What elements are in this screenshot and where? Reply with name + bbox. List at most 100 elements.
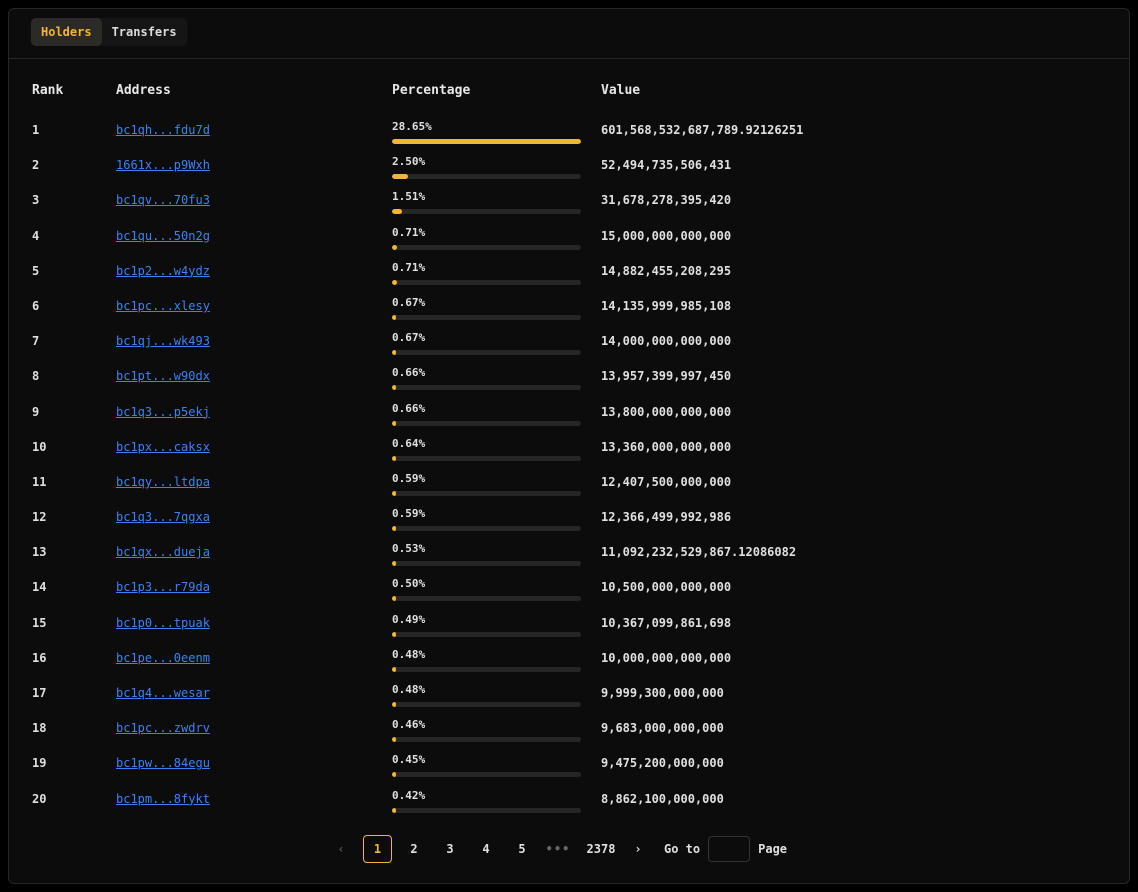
page-button-2[interactable]: 2 — [396, 842, 432, 856]
percentage-cell: 0.66% — [392, 365, 582, 391]
value-cell: 10,367,099,861,698 — [601, 615, 732, 630]
tab-holders[interactable]: Holders — [31, 18, 102, 46]
address-link[interactable]: bc1qy...ltdpa — [116, 475, 210, 489]
percentage-bar — [392, 455, 581, 461]
percentage-bar — [392, 490, 581, 496]
header-percentage: Percentage — [392, 83, 471, 98]
rank-cell: 9 — [32, 404, 40, 419]
percentage-bar-fill — [392, 526, 396, 532]
address-link[interactable]: 1661x...p9Wxh — [116, 158, 210, 172]
address-link[interactable]: bc1qx...dueja — [116, 545, 210, 559]
percentage-bar-fill — [392, 596, 396, 602]
percentage-bar-fill — [392, 702, 396, 707]
address-link[interactable]: bc1p2...w4ydz — [116, 264, 210, 278]
table-row: 11 bc1qy...ltdpa 0.59% 12,407,500,000,000 — [9, 471, 1129, 506]
percentage-bar — [392, 666, 581, 672]
percentage-text: 0.42% — [392, 788, 426, 802]
percentage-text: 0.64% — [392, 436, 426, 450]
table-row: 10 bc1px...caksx 0.64% 13,360,000,000,000 — [9, 436, 1129, 471]
address-link[interactable]: bc1pt...w90dx — [116, 369, 210, 383]
holders-table-body: 1 bc1qh...fdu7d 28.65% 601,568,532,687,789.… — [9, 119, 1129, 823]
percentage-text: 0.46% — [392, 718, 426, 732]
percentage-cell: 0.48% — [392, 682, 582, 707]
tab-transfers[interactable]: Transfers — [102, 18, 187, 46]
value-cell: 10,500,000,000,000 — [601, 580, 732, 595]
percentage-cell: 0.59% — [392, 506, 582, 532]
value-cell: 12,407,500,000,000 — [601, 474, 732, 489]
address-link[interactable]: bc1pc...zwdrv — [116, 721, 210, 735]
percentage-bar-fill — [392, 490, 396, 496]
rank-cell: 19 — [32, 756, 47, 771]
address-link[interactable]: bc1pw...84egu — [116, 756, 210, 770]
address-link[interactable]: bc1qv...70fu3 — [116, 193, 210, 207]
percentage-bar-fill — [392, 455, 397, 461]
percentage-cell: 0.71% — [392, 225, 582, 250]
address-link[interactable]: bc1qu...50n2g — [116, 229, 210, 243]
percentage-bar-fill — [392, 139, 581, 144]
address-link[interactable]: bc1pm...8fykt — [116, 792, 210, 806]
address-link[interactable]: bc1pe...0eenm — [116, 651, 210, 665]
rank-cell: 10 — [32, 439, 47, 454]
address-link[interactable]: bc1p0...tpuak — [116, 616, 210, 630]
value-cell: 11,092,232,529,867.12086082 — [601, 545, 797, 560]
table-row: 17 bc1q4...wesar 0.48% 9,999,300,000,000 — [9, 682, 1129, 717]
percentage-text: 0.59% — [392, 507, 426, 521]
percentage-cell: 0.46% — [392, 717, 582, 743]
percentage-bar-fill — [392, 385, 397, 391]
table-row: 12 bc1q3...7qgxa 0.59% 12,366,499,992,986 — [9, 506, 1129, 541]
address-link[interactable]: bc1q3...p5ekj — [116, 405, 210, 419]
rank-cell: 20 — [32, 791, 47, 806]
table-row: 14 bc1p3...r79da 0.50% 10,500,000,000,000 — [9, 576, 1129, 611]
rank-cell: 7 — [32, 334, 40, 349]
address-link[interactable]: bc1q4...wesar — [116, 686, 210, 700]
page-label: Page — [758, 842, 788, 856]
page-button-4[interactable]: 4 — [468, 842, 504, 856]
goto-page-input[interactable] — [708, 836, 751, 862]
page-button-3[interactable]: 3 — [432, 842, 468, 856]
table-row: 7 bc1qj...wk493 0.67% 14,000,000,000,000 — [9, 330, 1129, 365]
address-link[interactable]: bc1pc...xlesy — [116, 299, 210, 313]
table-row: 1 bc1qh...fdu7d 28.65% 601,568,532,687,789.… — [9, 119, 1129, 154]
percentage-bar-fill — [392, 666, 396, 672]
rank-cell: 4 — [32, 228, 40, 243]
table-row: 5 bc1p2...w4ydz 0.71% 14,882,455,208,295 — [9, 260, 1129, 295]
percentage-cell: 0.59% — [392, 471, 582, 496]
table-row: 2 1661x...p9Wxh 2.50% 52,494,735,506,431 — [9, 154, 1129, 189]
page-button-1[interactable]: 1 — [363, 835, 392, 863]
address-link[interactable]: bc1q3...7qgxa — [116, 510, 210, 524]
header-rank: Rank — [32, 83, 64, 98]
address-link[interactable]: bc1px...caksx — [116, 440, 210, 454]
page-button-last[interactable]: 2378 — [576, 842, 626, 856]
percentage-bar-fill — [392, 279, 397, 285]
chevron-right-icon[interactable]: › — [626, 842, 650, 856]
address-link[interactable]: bc1qh...fdu7d — [116, 123, 210, 137]
holders-panel: Holders Transfers Rank Address Percentag… — [8, 8, 1130, 884]
value-cell: 10,000,000,000,000 — [601, 650, 732, 665]
chevron-left-icon[interactable]: ‹ — [331, 842, 351, 856]
percentage-bar — [392, 807, 581, 813]
percentage-text: 2.50% — [392, 155, 426, 169]
percentage-bar-fill — [392, 420, 397, 426]
rank-cell: 3 — [32, 193, 40, 208]
percentage-bar — [392, 174, 581, 180]
address-link[interactable]: bc1qj...wk493 — [116, 334, 210, 348]
value-cell: 8,862,100,000,000 — [601, 791, 724, 806]
rank-cell: 11 — [32, 474, 47, 489]
page-button-5[interactable]: 5 — [504, 842, 540, 856]
address-link[interactable]: bc1p3...r79da — [116, 580, 210, 594]
rank-cell: 17 — [32, 686, 47, 700]
percentage-cell: 28.65% — [392, 119, 582, 144]
table-row: 9 bc1q3...p5ekj 0.66% 13,800,000,000,000 — [9, 401, 1129, 436]
table-row: 19 bc1pw...84egu 0.45% 9,475,200,000,000 — [9, 752, 1129, 787]
tab-bar: Holders Transfers — [31, 18, 187, 46]
percentage-bar-fill — [392, 350, 397, 356]
percentage-cell: 0.50% — [392, 576, 582, 602]
percentage-bar — [392, 244, 581, 250]
percentage-cell: 0.67% — [392, 330, 582, 356]
rank-cell: 16 — [32, 650, 47, 665]
percentage-text: 0.66% — [392, 401, 426, 415]
percentage-text: 0.49% — [392, 612, 426, 626]
table-row: 8 bc1pt...w90dx 0.66% 13,957,399,997,450 — [9, 365, 1129, 400]
percentage-bar — [392, 279, 581, 285]
page-ellipsis[interactable]: ••• — [540, 842, 576, 856]
